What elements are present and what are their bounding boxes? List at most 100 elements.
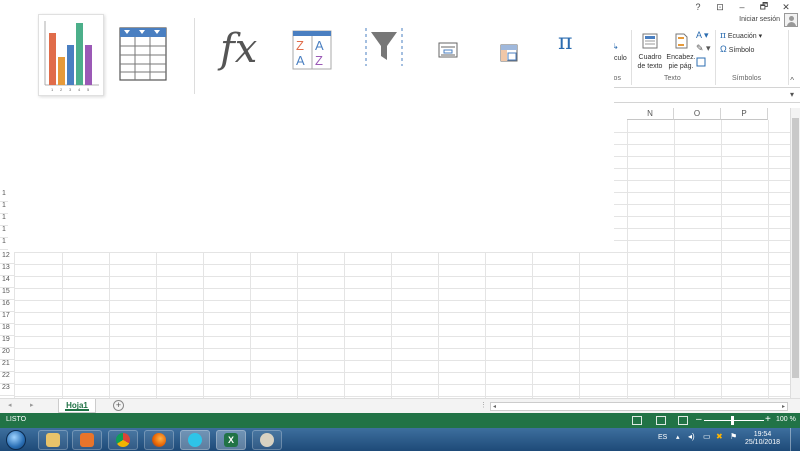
- signature-line-icon[interactable]: ✎ ▾: [696, 44, 711, 53]
- help-button[interactable]: ?: [692, 2, 704, 12]
- taskbar-clock[interactable]: 19:54 25/10/2018: [745, 431, 780, 447]
- taskbar-firefox[interactable]: [144, 430, 174, 450]
- taskbar-paint[interactable]: [252, 430, 282, 450]
- row-header[interactable]: 19: [0, 336, 14, 348]
- network-icon[interactable]: ▭: [703, 432, 711, 441]
- split-handle-icon[interactable]: ⋮: [480, 401, 487, 409]
- equation-button[interactable]: π Ecuación ▾: [720, 32, 762, 41]
- clock-time: 19:54: [753, 431, 772, 438]
- ribbon-partial-label[interactable]: ículo: [612, 54, 627, 63]
- textbox-button[interactable]: Cuadro de texto: [636, 32, 664, 71]
- zoom-out-button[interactable]: –: [696, 414, 702, 425]
- object-icon[interactable]: [696, 57, 706, 70]
- svg-text:Z: Z: [296, 38, 304, 53]
- chrome-icon: [116, 433, 130, 447]
- horizontal-scrollbar[interactable]: ◂ ▸: [490, 402, 788, 411]
- zoom-level[interactable]: 100 %: [776, 416, 796, 423]
- header-footer-button[interactable]: Encabez. pie pág.: [666, 32, 696, 71]
- next-sheet-icon[interactable]: ▸: [30, 401, 34, 409]
- taskbar-media-player[interactable]: [72, 430, 102, 450]
- row-header[interactable]: 20: [0, 348, 14, 360]
- grid-line: [14, 384, 790, 385]
- sheet-tab-hoja1[interactable]: Hoja1: [58, 399, 96, 413]
- grid-line: [14, 372, 790, 373]
- folder-icon: [46, 433, 60, 447]
- signin-link[interactable]: Iniciar sesión: [739, 16, 780, 23]
- pi-icon: π: [720, 31, 726, 41]
- svg-text:A: A: [296, 53, 305, 68]
- user-avatar-icon[interactable]: [784, 13, 798, 27]
- row-header[interactable]: 14: [0, 276, 14, 288]
- svg-text:1: 1: [51, 87, 54, 92]
- row-header[interactable]: 23: [0, 384, 14, 396]
- chart-bar: [58, 57, 65, 85]
- row-header[interactable]: 12: [0, 252, 14, 264]
- action-center-flag-icon[interactable]: ⚑: [730, 432, 737, 441]
- sort-icon[interactable]: Z A A Z: [292, 30, 332, 72]
- icon-overlay-panel: 1 2 3 4 5 fx Z A A Z π: [8, 0, 614, 252]
- row-header[interactable]: 13: [0, 264, 14, 276]
- ribbon-display-options-button[interactable]: ⊡: [714, 2, 726, 13]
- zoom-slider[interactable]: [704, 420, 764, 421]
- vertical-scrollbar[interactable]: [790, 108, 800, 398]
- page-layout-view-button[interactable]: [656, 416, 666, 425]
- prev-sheet-icon[interactable]: ◂: [8, 401, 12, 409]
- row-header[interactable]: 22: [0, 372, 14, 384]
- collapse-ribbon-button[interactable]: ^: [790, 76, 794, 85]
- excel-icon: X: [224, 433, 238, 447]
- scroll-right-icon[interactable]: ▸: [782, 403, 785, 410]
- grid-line: [14, 252, 790, 253]
- normal-view-button[interactable]: [632, 416, 642, 425]
- column-header-n[interactable]: N: [627, 108, 674, 120]
- column-header-p[interactable]: P: [721, 108, 768, 120]
- status-ready: LISTO: [6, 416, 27, 423]
- chart-icon: 1 2 3 4 5: [44, 21, 99, 92]
- show-desktop-button[interactable]: [790, 428, 800, 451]
- pi-icon[interactable]: π: [558, 30, 572, 55]
- row-header[interactable]: 18: [0, 324, 14, 336]
- ribbon-separator: [631, 30, 632, 85]
- taskbar-chrome[interactable]: [108, 430, 138, 450]
- zoom-slider-thumb[interactable]: [731, 416, 734, 425]
- wordart-icon[interactable]: A ▾: [696, 31, 709, 40]
- taskbar-app-cyan[interactable]: [180, 430, 210, 450]
- row-header[interactable]: 21: [0, 360, 14, 372]
- row-header[interactable]: 15: [0, 288, 14, 300]
- sheet-tab-bar: ◂ ▸ Hoja1 + ⋮ ◂ ▸: [0, 398, 800, 413]
- formula-bar[interactable]: ▾: [612, 89, 800, 103]
- table-icon[interactable]: [118, 26, 168, 84]
- taskbar-excel[interactable]: X: [216, 430, 246, 450]
- minimize-button[interactable]: –: [736, 2, 748, 12]
- show-hidden-icons[interactable]: ▴: [676, 433, 680, 441]
- form-icon[interactable]: [438, 42, 458, 60]
- language-indicator[interactable]: ES: [658, 434, 667, 441]
- filter-icon[interactable]: [362, 26, 406, 70]
- taskbar-explorer[interactable]: [38, 430, 68, 450]
- grid-line: [14, 264, 790, 265]
- grid-line: [14, 288, 790, 289]
- vertical-scrollbar-thumb[interactable]: [792, 118, 799, 378]
- page-break-view-button[interactable]: [678, 416, 688, 425]
- expand-formula-bar-icon[interactable]: ▾: [790, 90, 794, 99]
- close-button[interactable]: ✕: [780, 2, 792, 13]
- grid-line: [768, 120, 769, 398]
- symbol-button[interactable]: Ω Símbolo: [720, 45, 754, 55]
- add-sheet-button[interactable]: +: [113, 400, 124, 411]
- chart-thumbnail[interactable]: 1 2 3 4 5: [38, 14, 104, 96]
- excel-window: ? ⊡ – 🗗 ✕ Iniciar sesión ↳ ículo los Cua…: [0, 0, 800, 451]
- pivot-table-icon[interactable]: [500, 44, 518, 64]
- chart-bar: [76, 23, 83, 85]
- svg-text:2: 2: [60, 87, 63, 92]
- volume-icon[interactable]: ◂): [688, 432, 695, 441]
- scroll-left-icon[interactable]: ◂: [493, 403, 496, 410]
- function-icon[interactable]: fx: [220, 26, 257, 72]
- row-header[interactable]: 17: [0, 312, 14, 324]
- ribbon-separator: [715, 30, 716, 85]
- start-button[interactable]: [6, 430, 26, 450]
- media-player-icon: [80, 433, 94, 447]
- zoom-in-button[interactable]: +: [765, 414, 771, 425]
- security-alert-icon[interactable]: ✖: [716, 432, 723, 441]
- restore-button[interactable]: 🗗: [758, 0, 770, 15]
- column-header-o[interactable]: O: [674, 108, 721, 120]
- row-header[interactable]: 16: [0, 300, 14, 312]
